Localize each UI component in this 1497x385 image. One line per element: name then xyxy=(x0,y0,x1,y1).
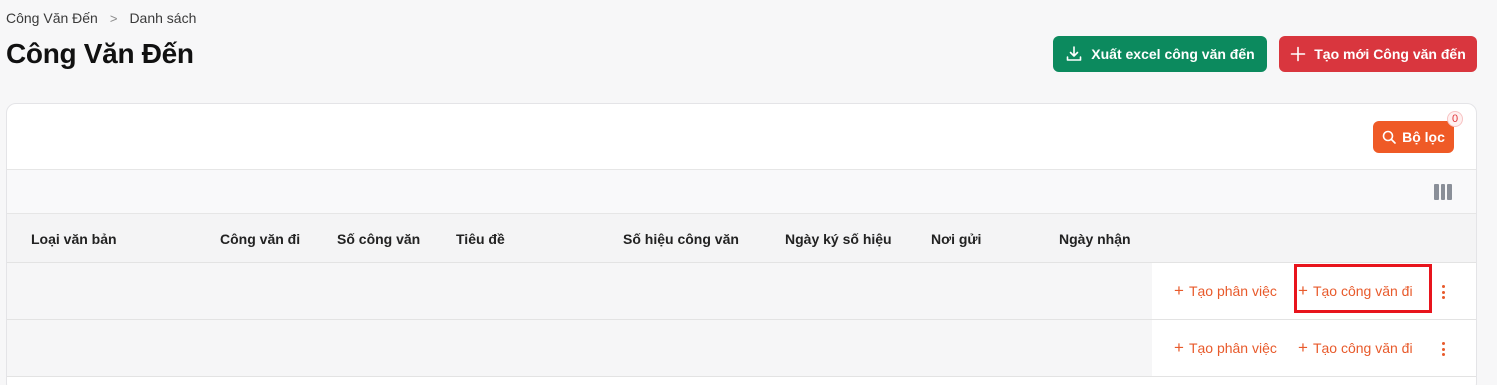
plus-icon: + xyxy=(1174,281,1184,300)
header-received-date[interactable]: Ngày nhận xyxy=(1059,231,1131,247)
table-header: Loại văn bản Công văn đi Số công văn Tiê… xyxy=(7,214,1476,263)
header-document-type[interactable]: Loại văn bản xyxy=(31,231,117,247)
header-reference-number[interactable]: Số hiệu công văn xyxy=(623,231,739,247)
page-title: Công Văn Đến xyxy=(6,38,194,69)
chevron-right-icon: > xyxy=(109,10,118,26)
list-card: Bộ lọc 0 Loại văn bản Công văn đi Số côn… xyxy=(6,103,1477,385)
plus-icon: + xyxy=(1298,338,1308,357)
create-assignment-label: Tạo phân việc xyxy=(1188,340,1277,356)
columns-icon[interactable] xyxy=(1434,184,1453,200)
create-assignment-link[interactable]: + Tạo phân việc xyxy=(1174,281,1277,300)
header-signed-date[interactable]: Ngày ký số hiệu xyxy=(785,231,892,247)
filter-bar: Bộ lọc 0 xyxy=(7,104,1476,170)
table-row[interactable]: + Tạo phân việc + Tạo công văn đi xyxy=(7,263,1476,320)
breadcrumb: Công Văn Đến > Danh sách xyxy=(6,10,196,26)
search-icon xyxy=(1382,130,1396,144)
header-outgoing[interactable]: Công văn đi xyxy=(220,231,300,247)
filter-button[interactable]: Bộ lọc xyxy=(1373,121,1454,153)
breadcrumb-current: Danh sách xyxy=(129,10,197,26)
more-vertical-icon[interactable] xyxy=(1437,283,1449,301)
header-title[interactable]: Tiêu đề xyxy=(456,231,505,247)
create-incoming-button[interactable]: Tạo mới Công văn đến xyxy=(1279,36,1477,72)
more-vertical-icon[interactable] xyxy=(1437,340,1449,358)
download-icon xyxy=(1066,46,1082,61)
create-incoming-label: Tạo mới Công văn đến xyxy=(1314,46,1466,62)
create-assignment-label: Tạo phân việc xyxy=(1188,283,1277,299)
export-excel-label: Xuất excel công văn đến xyxy=(1091,46,1255,62)
table-row[interactable]: + Tạo phân việc + Tạo công văn đi xyxy=(7,320,1476,377)
filter-count-badge: 0 xyxy=(1447,111,1463,127)
header-document-number[interactable]: Số công văn xyxy=(337,231,420,247)
plus-icon: + xyxy=(1174,338,1184,357)
table-toolbar xyxy=(7,170,1476,214)
create-outgoing-label: Tạo công văn đi xyxy=(1312,340,1413,356)
plus-icon xyxy=(1290,46,1306,62)
highlight-box xyxy=(1294,264,1432,313)
export-excel-button[interactable]: Xuất excel công văn đến xyxy=(1053,36,1267,72)
create-assignment-link[interactable]: + Tạo phân việc xyxy=(1174,338,1277,357)
header-sender[interactable]: Nơi gửi xyxy=(931,231,981,247)
breadcrumb-home[interactable]: Công Văn Đến xyxy=(6,10,98,26)
create-outgoing-link[interactable]: + Tạo công văn đi xyxy=(1298,338,1413,357)
filter-label: Bộ lọc xyxy=(1402,129,1445,145)
